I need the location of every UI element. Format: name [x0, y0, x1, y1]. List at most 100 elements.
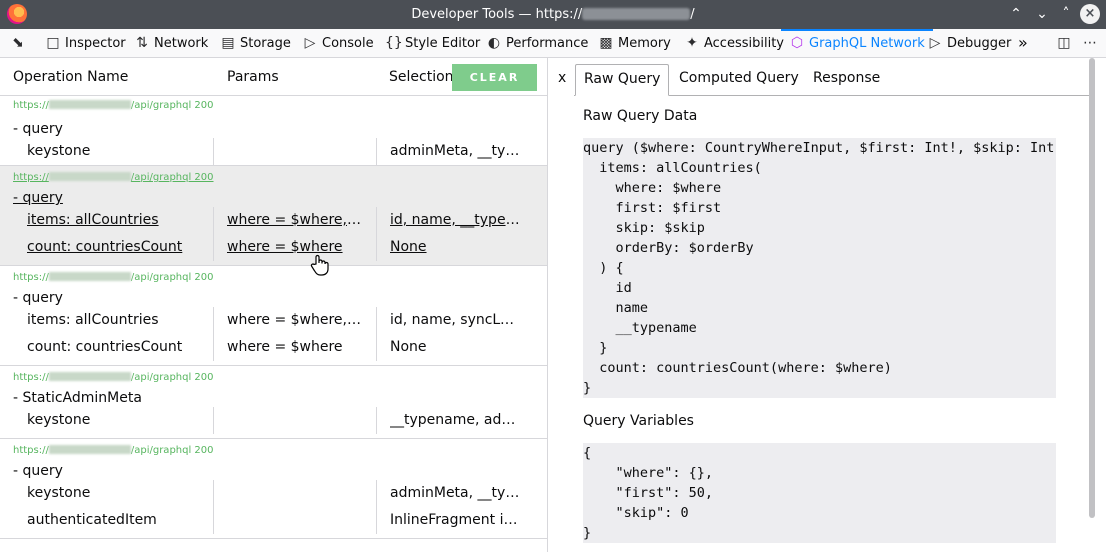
operation-params: where = $where, fi… — [227, 212, 362, 228]
tab-label: Storage — [240, 36, 291, 51]
query-variables-title: Query Variables — [583, 413, 694, 429]
window-titlebar: Developer Tools — https:// / ⌃ ⌄ ˄ × — [0, 0, 1106, 29]
tab-response[interactable]: Response — [805, 64, 888, 96]
dock-icon[interactable]: ◫ — [1056, 29, 1076, 57]
tab-label: Console — [322, 36, 374, 51]
operation-name: keystone — [27, 485, 91, 501]
hand-cursor-icon — [310, 254, 329, 276]
operation-row[interactable]: keystone adminMeta, __typ… — [0, 480, 547, 507]
tab-console[interactable]: ▷ Console — [302, 29, 374, 57]
close-detail-button[interactable]: x — [558, 70, 566, 86]
maximize-icon[interactable]: ˄ — [1056, 4, 1076, 24]
col-params: Params — [227, 69, 279, 85]
query-variables-code: { "where": {}, "first": 50, "skip": 0 } — [583, 443, 1056, 543]
col-selection: Selection — [389, 69, 454, 85]
tab-label: Style Editor — [405, 36, 481, 51]
operation-row[interactable]: keystone __typename, admi… — [0, 407, 547, 434]
request-url: https:///api/graphql 200 — [13, 100, 214, 111]
tab-accessibility[interactable]: ✦ Accessibility — [684, 29, 784, 57]
scrollbar[interactable] — [1089, 58, 1097, 518]
inspector-icon: □ — [46, 35, 60, 51]
tab-label: Memory — [618, 36, 671, 51]
memory-icon: ▩ — [599, 35, 613, 51]
tab-style-editor[interactable]: {} Style Editor — [385, 29, 480, 57]
operation-type[interactable]: - query — [13, 463, 63, 479]
operation-selection: None — [390, 339, 427, 355]
operation-name: count: countriesCount — [27, 239, 183, 255]
operation-name: items: allCountries — [27, 312, 159, 328]
raw-query-title: Raw Query Data — [583, 108, 698, 124]
operation-name: authenticatedItem — [27, 512, 157, 528]
request-group-selected[interactable]: https:///api/graphql 200 - query items: … — [0, 166, 547, 266]
tab-network[interactable]: ⇅ Network — [134, 29, 208, 57]
tab-debugger[interactable]: ▷ Debugger — [927, 29, 1012, 57]
operation-selection: __typename, admi… — [390, 412, 520, 428]
tab-label: Accessibility — [704, 36, 784, 51]
tab-label: GraphQL Network — [809, 36, 925, 51]
operation-selection: id, name, __typen… — [390, 212, 520, 228]
request-group[interactable]: https:///api/graphql 200 - query keyston… — [0, 96, 547, 166]
graphql-icon: ⬡ — [790, 35, 804, 51]
request-url: https:///api/graphql 200 — [13, 272, 214, 283]
operation-name: keystone — [27, 412, 91, 428]
tab-graphql-network[interactable]: ⬡ GraphQL Network — [781, 29, 933, 57]
request-url: https:///api/graphql 200 — [13, 372, 214, 383]
raw-query-code: query ($where: CountryWhereInput, $first… — [583, 138, 1056, 398]
operation-selection: adminMeta, __typ… — [390, 143, 520, 159]
minimize-icon[interactable]: ⌄ — [1032, 4, 1052, 24]
window-title-suffix: / — [690, 7, 695, 22]
scrollbar-thumb[interactable] — [1089, 58, 1095, 518]
request-group[interactable]: https:///api/graphql 200 - query keyston… — [0, 439, 547, 539]
request-url: https:///api/graphql 200 — [13, 172, 214, 183]
request-group[interactable]: https:///api/graphql 200 - query items: … — [0, 266, 547, 366]
operation-row[interactable]: keystone adminMeta, __typ… — [0, 138, 547, 165]
tab-raw-query[interactable]: Raw Query — [575, 64, 670, 96]
operation-row[interactable]: count: countriesCount where = $where Non… — [0, 334, 547, 361]
performance-icon: ◐ — [487, 35, 501, 51]
operation-row[interactable]: items: allCountries where = $where, fi… … — [0, 207, 547, 234]
clear-button[interactable]: CLEAR — [452, 64, 537, 91]
tab-label: Performance — [506, 36, 589, 51]
operation-row[interactable]: authenticatedItem InlineFragment if … — [0, 507, 547, 534]
request-group[interactable]: https:///api/graphql 200 - StaticAdminMe… — [0, 366, 547, 439]
query-detail-panel: x Raw Query Computed Query Response Raw … — [549, 58, 1106, 552]
operation-name: count: countriesCount — [27, 339, 183, 355]
more-tools-button[interactable]: » — [1018, 29, 1028, 57]
tab-computed-query[interactable]: Computed Query — [671, 64, 807, 96]
tab-inspector[interactable]: □ Inspector — [45, 29, 126, 57]
accessibility-icon: ✦ — [686, 35, 698, 51]
operation-name: keystone — [27, 143, 91, 159]
options-menu-icon[interactable]: ⋯ — [1082, 29, 1102, 57]
close-window-icon[interactable]: × — [1080, 4, 1100, 24]
console-icon: ▷ — [304, 35, 316, 51]
storage-icon: ▤ — [221, 35, 235, 51]
operation-row[interactable]: items: allCountries where = $where, fi… … — [0, 307, 547, 334]
operation-selection: InlineFragment if … — [390, 512, 520, 528]
operation-row[interactable]: count: countriesCount where = $where Non… — [0, 234, 547, 261]
operation-selection: id, name, syncLoc… — [390, 312, 520, 328]
operations-header: Operation Name Params Selection CLEAR — [0, 58, 547, 96]
tab-label: Inspector — [65, 36, 126, 51]
window-title: Developer Tools — https:// / — [0, 0, 1106, 29]
operation-type[interactable]: - StaticAdminMeta — [13, 390, 142, 406]
operation-params: where = $where, fi… — [227, 312, 362, 328]
operation-type[interactable]: - query — [13, 190, 63, 206]
operation-params: where = $where — [227, 239, 343, 255]
operation-type[interactable]: - query — [13, 290, 63, 306]
col-operation-name: Operation Name — [13, 69, 129, 85]
restore-up-icon[interactable]: ⌃ — [1006, 4, 1026, 24]
debugger-icon: ▷ — [929, 35, 941, 51]
operation-type[interactable]: - query — [13, 121, 63, 137]
detail-tabs: x Raw Query Computed Query Response — [549, 58, 1106, 96]
operations-panel: Operation Name Params Selection CLEAR ht… — [0, 58, 548, 552]
tab-storage[interactable]: ▤ Storage — [220, 29, 291, 57]
window-title-prefix: Developer Tools — https:// — [411, 7, 583, 22]
tab-label: Debugger — [947, 36, 1012, 51]
tab-performance[interactable]: ◐ Performance — [486, 29, 589, 57]
operation-params: where = $where — [227, 339, 343, 355]
tab-memory[interactable]: ▩ Memory — [598, 29, 671, 57]
operation-selection: None — [390, 239, 427, 255]
element-picker-icon[interactable]: ⬊ — [10, 29, 30, 57]
operation-name: items: allCountries — [27, 212, 159, 228]
style-editor-icon: {} — [385, 35, 403, 51]
